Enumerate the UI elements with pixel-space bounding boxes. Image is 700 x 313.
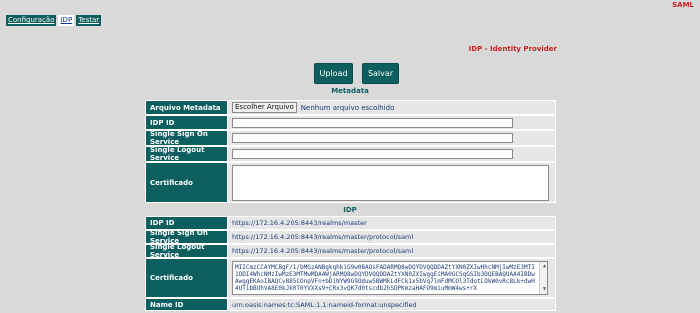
metadata-file-label: Arquivo Metadata xyxy=(145,100,228,115)
nameid-label: Name ID xyxy=(145,298,228,311)
cert-textarea[interactable] xyxy=(232,164,549,201)
nameid-value: urn:oasis:names:tc:SAML:1.1:nameid-forma… xyxy=(228,298,556,311)
idp-cert-label: Certificado xyxy=(145,258,228,298)
sso-label: Single Sign On Service xyxy=(145,130,228,146)
app-title: SAML xyxy=(672,1,694,9)
cert-scrollbar[interactable]: ▲ ▼ xyxy=(539,262,547,294)
sso-input[interactable] xyxy=(232,133,513,143)
nav-testar[interactable]: Testar xyxy=(76,15,102,26)
idp-slo-label: Single Logout Service xyxy=(145,243,228,259)
action-buttons: Upload Salvar xyxy=(314,63,399,84)
cert-label: Certificado xyxy=(145,162,228,203)
idp-cert-textarea[interactable]: MIICmzCCAYMCBgF/1/bMGzANBgkqhkiG9w0BAQsF… xyxy=(232,261,548,295)
idp-id-label: IDP ID xyxy=(145,115,228,130)
slo-input[interactable] xyxy=(232,149,513,159)
idp-id-input[interactable] xyxy=(232,117,513,128)
upload-button[interactable]: Upload xyxy=(314,63,353,84)
section-title: IDP - Identity Provider xyxy=(468,45,557,53)
metadata-sso-row: Single Sign On Service xyxy=(145,130,556,146)
idp-sso-row: Single Sign On Service https://172.16.4.… xyxy=(145,229,556,245)
metadata-slo-row: Single Logout Service xyxy=(145,146,556,162)
file-status: Nenhum arquivo escolhido xyxy=(300,103,395,112)
metadata-title: Metadata xyxy=(331,87,369,95)
choose-file-button[interactable]: Escolher Arquivo xyxy=(232,102,297,113)
slo-label: Single Logout Service xyxy=(145,146,228,162)
nav-idp[interactable]: IDP xyxy=(58,15,75,26)
idp-id-row: IDP ID https://172.16.4.205:8443/realms/… xyxy=(145,216,556,230)
idp-nameid-row: Name ID urn:oasis:names:tc:SAML:1.1:name… xyxy=(145,298,556,311)
idp-slo-row: Single Logout Service https://172.16.4.2… xyxy=(145,243,556,259)
idp-sso-label: Single Sign On Service xyxy=(145,229,228,245)
scroll-up-icon[interactable]: ▲ xyxy=(543,263,546,270)
metadata-cert-row: Certificado xyxy=(145,162,556,203)
idp-id-value-label: IDP ID xyxy=(145,216,228,230)
metadata-idp-id-row: IDP ID xyxy=(145,115,556,130)
idp-title: IDP xyxy=(343,206,357,214)
nav-configuracao[interactable]: Configuração xyxy=(6,15,57,26)
idp-cert-row: Certificado MIICmzCCAYMCBgF/1/bMGzANBgkq… xyxy=(145,258,556,298)
idp-id-value: https://172.16.4.205:8443/realms/master xyxy=(228,216,556,230)
scroll-down-icon[interactable]: ▼ xyxy=(543,286,546,293)
idp-sso-value: https://172.16.4.205:8443/realms/master/… xyxy=(228,230,556,244)
save-button[interactable]: Salvar xyxy=(362,63,399,84)
idp-slo-value: https://172.16.4.205:8443/realms/master/… xyxy=(228,244,556,258)
idp-cert-text: MIICmzCCAYMCBgF/1/bMGzANBgkqhkiG9w0BAQsF… xyxy=(235,264,535,292)
metadata-file-row: Arquivo Metadata Escolher Arquivo Nenhum… xyxy=(145,100,556,115)
top-nav: Configuração IDP Testar xyxy=(6,15,102,26)
